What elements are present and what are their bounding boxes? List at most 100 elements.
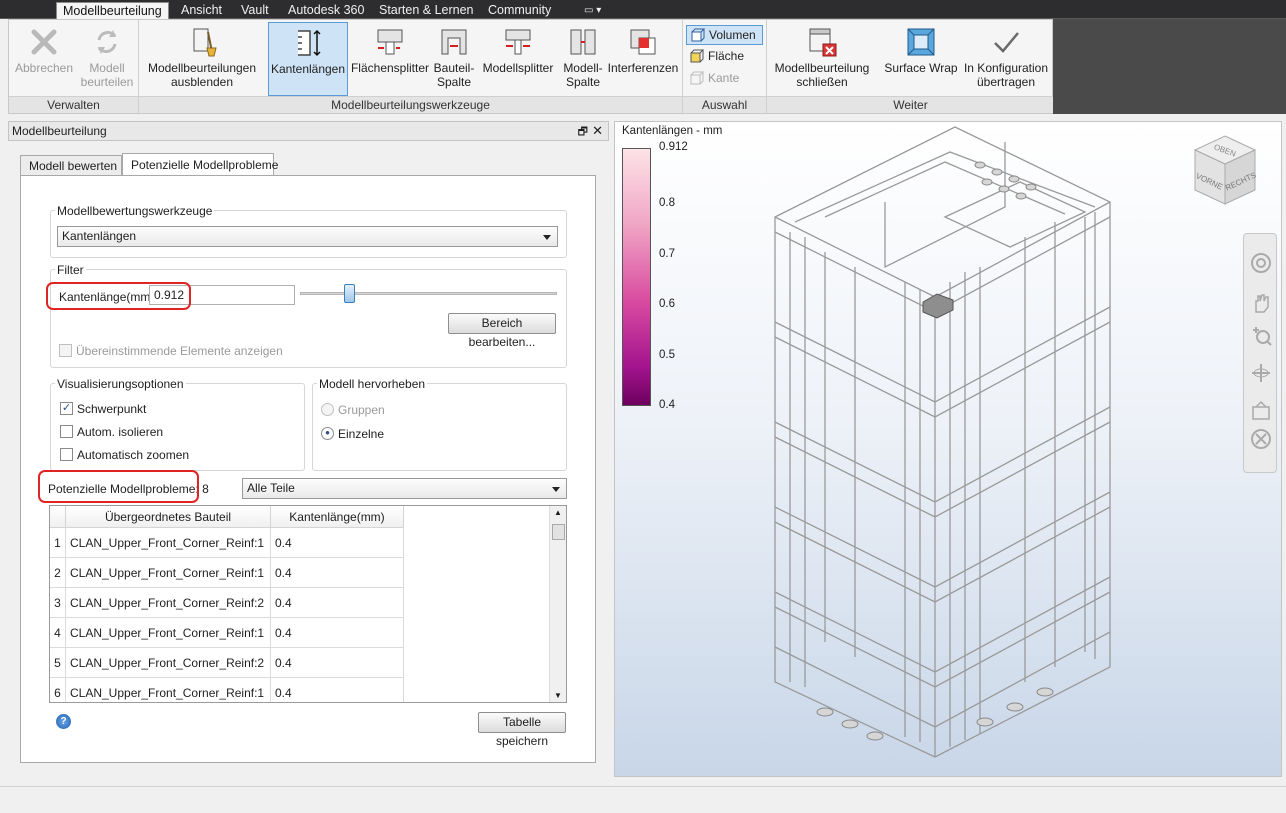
part-cell[interactable]: CLAN_Upper_Front_Corner_Reinf:2 — [66, 588, 271, 618]
tab-modellbeurteilung[interactable]: Modellbeurteilung — [56, 2, 169, 19]
close-icon[interactable]: ✕ — [592, 122, 603, 140]
zoomen-checkbox[interactable]: Automatisch zoomen — [60, 448, 189, 462]
bauteil-spalte-button[interactable]: Bauteil- Spalte — [431, 22, 477, 94]
scroll-down-icon[interactable]: ▼ — [554, 691, 562, 700]
gruppen-radio[interactable]: Gruppen — [321, 403, 385, 417]
viewcube[interactable]: OBEN VORNE RECHTS — [1189, 130, 1261, 214]
parts-filter-value: Alle Teile — [247, 481, 295, 495]
orbit-icon[interactable] — [1250, 362, 1272, 384]
legend-tick: 0.912 — [659, 141, 688, 153]
face-splitter-icon — [377, 29, 403, 55]
slider-thumb[interactable] — [343, 284, 355, 303]
interferenzen-button[interactable]: Interferenzen — [607, 22, 679, 94]
flaeche-button[interactable]: Fläche — [686, 47, 763, 67]
row-number: 4 — [50, 618, 66, 648]
part-cell[interactable]: CLAN_Upper_Front_Corner_Reinf:1 — [66, 528, 271, 558]
tab-autodesk360[interactable]: Autodesk 360 — [282, 2, 370, 19]
modell-beurteilen-button[interactable]: Modell beurteilen — [79, 22, 135, 94]
zoomen-label: Automatisch zoomen — [77, 448, 190, 462]
part-cell[interactable]: CLAN_Upper_Front_Corner_Reinf:1 — [66, 678, 271, 702]
scroll-up-icon[interactable]: ▲ — [554, 508, 562, 517]
close-evaluation-icon — [809, 28, 837, 57]
highlight-group-label: Modell hervorheben — [317, 377, 428, 391]
ribbon: Abbrechen Modell beurteilen Verwalten Mo… — [8, 19, 1054, 114]
3d-viewport[interactable]: Kantenlängen - mm 0.912 0.8 0.7 0.6 0.5 … — [614, 121, 1282, 777]
look-at-icon[interactable] — [1250, 400, 1272, 422]
schwerpunkt-label: Schwerpunkt — [77, 402, 147, 416]
tab-starten-lernen[interactable]: Starten & Lernen — [373, 2, 480, 19]
modell-spalte-button[interactable]: Modell- Spalte — [559, 22, 607, 94]
interference-icon — [630, 29, 656, 55]
ribbon-empty-area — [1053, 19, 1286, 114]
pan-hand-icon[interactable] — [1251, 292, 1271, 314]
flaechensplitter-label: Flächensplitter — [350, 61, 430, 75]
legend-tick: 0.6 — [659, 298, 675, 310]
column-header-length[interactable]: Kantenlänge(mm) — [271, 506, 404, 528]
full-navigation-icon[interactable] — [1250, 428, 1272, 450]
help-icon[interactable]: ? — [56, 714, 71, 729]
flaechensplitter-button[interactable]: Flächensplitter — [350, 22, 430, 94]
legend-title: Kantenlängen - mm — [622, 125, 723, 137]
filter-group-label: Filter — [55, 263, 86, 277]
part-cell[interactable]: CLAN_Upper_Front_Corner_Reinf:1 — [66, 558, 271, 588]
panel-title-verwalten: Verwalten — [9, 96, 138, 113]
in-konfiguration-uebertragen-button[interactable]: In Konfiguration übertragen — [961, 22, 1051, 94]
modellsplitter-button[interactable]: Modellsplitter — [478, 22, 558, 94]
zoom-icon[interactable] — [1250, 324, 1272, 346]
length-cell[interactable]: 0.4 — [271, 588, 404, 618]
part-cell[interactable]: CLAN_Upper_Front_Corner_Reinf:2 — [66, 648, 271, 678]
broom-icon — [193, 28, 217, 57]
tab-ansicht[interactable]: Ansicht — [175, 2, 228, 19]
row-number: 3 — [50, 588, 66, 618]
einzelne-radio[interactable]: • Einzelne — [321, 426, 384, 441]
problems-highlight — [38, 470, 199, 503]
steering-wheel-icon[interactable] — [1250, 252, 1272, 274]
kantenlaengen-button[interactable]: Kantenlängen — [268, 22, 348, 96]
modell-spalte-label-2: Spalte — [565, 75, 601, 89]
cabinet-model[interactable] — [765, 122, 1145, 762]
parts-filter-select[interactable]: Alle Teile — [242, 478, 567, 499]
ribbon-tab-bar: Modellbeurteilung Ansicht Vault Autodesk… — [0, 0, 1286, 19]
model-splitter-icon — [505, 29, 531, 55]
scrollbar-thumb[interactable] — [552, 524, 565, 540]
konfig-label-2: übertragen — [976, 75, 1036, 89]
panel-auswahl: Volumen Fläche Kante Auswahl — [683, 20, 767, 113]
ribbon-options-icon[interactable]: ▭ ▾ — [578, 2, 607, 19]
matching-elements-checkbox[interactable]: Übereinstimmende Elemente anzeigen — [59, 344, 283, 358]
part-gap-icon — [441, 29, 467, 55]
part-cell[interactable]: CLAN_Upper_Front_Corner_Reinf:1 — [66, 618, 271, 648]
column-header-part[interactable]: Übergeordnetes Bauteil — [66, 506, 271, 528]
panel-title-weiter: Weiter — [767, 96, 1054, 113]
tab-potenzielle-modellprobleme[interactable]: Potenzielle Modellprobleme — [122, 153, 278, 175]
highlighted-part[interactable] — [922, 293, 954, 319]
volumen-button[interactable]: Volumen — [686, 25, 763, 45]
panel-werkzeuge: Modellbeurteilungen ausblenden Kantenlän… — [139, 20, 683, 113]
panel-verwalten: Abbrechen Modell beurteilen Verwalten — [9, 20, 139, 113]
tab-modell-bewerten[interactable]: Modell bewerten — [20, 155, 122, 176]
length-cell[interactable]: 0.4 — [271, 528, 404, 558]
isolieren-checkbox[interactable]: Autom. isolieren — [60, 425, 163, 439]
tab-vault[interactable]: Vault — [235, 2, 275, 19]
checkbox-box — [59, 344, 72, 357]
modellbeurteilung-schliessen-button[interactable]: Modellbeurteilung schließen — [769, 22, 875, 94]
legend-tick: 0.7 — [659, 248, 675, 260]
schwerpunkt-checkbox[interactable]: ✓ Schwerpunkt — [60, 402, 146, 416]
tool-select[interactable]: Kantenlängen — [57, 226, 558, 247]
length-cell[interactable]: 0.4 — [271, 618, 404, 648]
length-cell[interactable]: 0.4 — [271, 558, 404, 588]
table-scrollbar[interactable]: ▲ ▼ — [549, 506, 566, 702]
bauteil-label-1: Bauteil- — [433, 61, 475, 75]
abbrechen-button[interactable]: Abbrechen — [13, 22, 75, 94]
tabelle-speichern-button[interactable]: Tabelle speichern — [478, 712, 566, 748]
float-icon[interactable]: 🗗 — [578, 123, 588, 141]
length-cell[interactable]: 0.4 — [271, 648, 404, 678]
length-cell[interactable]: 0.4 — [271, 678, 404, 702]
tab-community[interactable]: Community — [482, 2, 557, 19]
kante-button[interactable]: Kante — [686, 69, 763, 89]
surface-wrap-button[interactable]: Surface Wrap — [883, 22, 959, 94]
problems-table: Übergeordnetes Bauteil Kantenlänge(mm) 1… — [49, 505, 567, 703]
flaeche-label: Fläche — [708, 49, 745, 63]
ausblenden-button[interactable]: Modellbeurteilungen ausblenden — [143, 22, 261, 94]
edge-length-slider[interactable] — [300, 292, 557, 295]
bereich-bearbeiten-button[interactable]: Bereich bearbeiten... — [448, 313, 556, 349]
